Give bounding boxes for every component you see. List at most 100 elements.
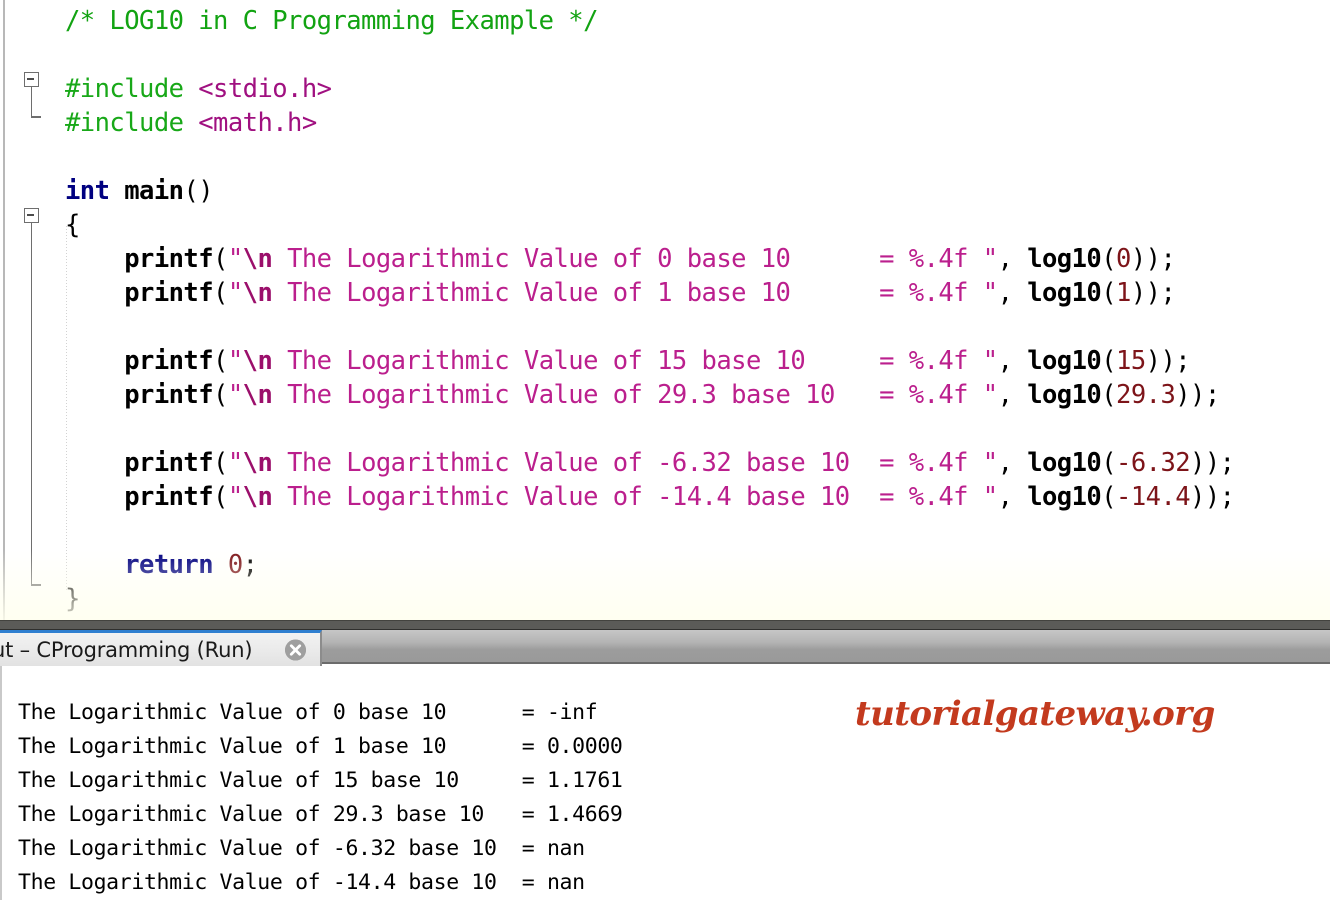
code-line[interactable]: /* LOG10 in C Programming Example */	[65, 4, 598, 38]
code-token: printf	[65, 448, 214, 478]
fold-foot-main-block	[30, 584, 41, 586]
console-line: The Logarithmic Value of -6.32 base 10 =…	[18, 836, 585, 861]
code-token: (	[1101, 448, 1117, 478]
code-token: \n	[242, 380, 273, 410]
code-token: ,	[997, 482, 1028, 512]
ide-window: /* LOG10 in C Programming Example */ #inc…	[0, 0, 1330, 900]
site-watermark: tutorialgateway.org	[855, 694, 1215, 734]
code-line[interactable]: int main()	[65, 174, 214, 208]
console-line: The Logarithmic Value of 29.3 base 10 = …	[18, 802, 623, 827]
code-token: log10	[1027, 244, 1102, 274]
code-token: }	[65, 584, 80, 614]
code-token: 15	[1116, 346, 1146, 376]
close-circle-icon[interactable]	[285, 639, 306, 660]
code-token: The Logarithmic Value of 29.3 base 10 = …	[272, 380, 983, 410]
code-token: {	[65, 210, 80, 240]
code-token: ;	[242, 550, 258, 580]
code-token: (	[1101, 482, 1117, 512]
fold-foot-includes	[30, 116, 41, 118]
code-token: <math.h>	[198, 108, 317, 138]
code-token: printf	[65, 244, 214, 274]
code-token: ));	[1145, 346, 1191, 376]
code-line[interactable]: {	[65, 208, 80, 242]
console-line: The Logarithmic Value of 1 base 10 = 0.0…	[18, 734, 623, 759]
code-token: "	[227, 482, 243, 512]
code-token: log10	[1027, 380, 1102, 410]
code-token: ,	[997, 346, 1028, 376]
code-token: ,	[997, 244, 1028, 274]
code-token: ,	[997, 448, 1028, 478]
code-token: "	[982, 244, 998, 274]
source-code-editor[interactable]: /* LOG10 in C Programming Example */ #inc…	[0, 0, 1330, 620]
code-token: The Logarithmic Value of 1 base 10 = %.4…	[272, 278, 983, 308]
code-token: #include	[65, 74, 199, 104]
console-output-text: The Logarithmic Value of 0 base 10 = -in…	[18, 696, 623, 900]
code-token: \n	[242, 346, 273, 376]
code-line[interactable]: #include <math.h>	[65, 106, 317, 140]
code-token: \n	[242, 278, 273, 308]
code-token: printf	[65, 278, 214, 308]
code-token: ));	[1190, 482, 1235, 512]
code-token: "	[227, 278, 243, 308]
code-token: #include	[65, 108, 199, 138]
code-token: "	[982, 482, 998, 512]
code-line[interactable]: printf("\n The Logarithmic Value of 0 ba…	[65, 242, 1176, 276]
tab-output-cprogramming-run[interactable]: ut – CProgramming (Run)	[0, 630, 322, 666]
code-token: ()	[183, 176, 214, 206]
code-token: 29.3	[1116, 380, 1176, 410]
code-token: ,	[997, 278, 1028, 308]
code-token: return	[65, 550, 228, 580]
code-token: (	[1101, 244, 1117, 274]
code-token: (	[213, 482, 228, 512]
code-token: log10	[1027, 482, 1102, 512]
code-token: ));	[1130, 278, 1176, 308]
code-token: The Logarithmic Value of 0 base 10 = %.4…	[272, 244, 983, 274]
code-line[interactable]: printf ( "\n The Logarithmic Value of 1 ba…	[65, 276, 1176, 310]
code-token: 0	[227, 550, 243, 580]
code-token: printf	[65, 482, 214, 512]
code-token: \n	[242, 448, 273, 478]
code-token: \n	[242, 482, 273, 512]
code-line[interactable]: printf("\n The Logarithmic Value of 15 b…	[65, 344, 1190, 378]
code-token: ));	[1130, 244, 1176, 274]
code-token: (	[1101, 380, 1117, 410]
code-token: ));	[1175, 380, 1220, 410]
code-token: (	[213, 244, 228, 274]
code-line[interactable]: printf("\n The Logarithmic Value of -6.3…	[65, 446, 1235, 480]
code-token: log10	[1027, 448, 1102, 478]
code-token: The Logarithmic Value of 15 base 10 = %.…	[272, 346, 983, 376]
code-line[interactable]: printf("\n The Logarithmic Value of -14.…	[65, 480, 1235, 514]
code-token: (	[213, 346, 228, 376]
code-token: log10	[1027, 346, 1102, 376]
code-line[interactable]: return 0;	[65, 548, 258, 582]
code-token: "	[227, 448, 243, 478]
code-token: "	[982, 448, 998, 478]
code-token: "	[227, 346, 243, 376]
code-token: \n	[242, 244, 273, 274]
code-token: log10	[1027, 278, 1102, 308]
console-line: The Logarithmic Value of 0 base 10 = -in…	[18, 700, 598, 725]
code-token: (	[1101, 346, 1117, 376]
console-line: The Logarithmic Value of -14.4 base 10 =…	[18, 870, 585, 895]
code-line[interactable]: #include <stdio.h>	[65, 72, 332, 106]
code-line[interactable]: }	[65, 582, 80, 616]
code-token: printf	[65, 380, 214, 410]
code-token: (	[1101, 278, 1117, 308]
code-token: "	[982, 346, 998, 376]
code-token: 1	[1116, 278, 1131, 308]
code-token: "	[227, 380, 243, 410]
fold-toggle-includes[interactable]	[24, 72, 39, 87]
code-token: -14.4	[1116, 482, 1191, 512]
code-token: (	[213, 380, 228, 410]
editor-output-splitter[interactable]	[0, 620, 1330, 630]
code-token: 0	[1116, 244, 1131, 274]
code-token: main	[124, 176, 184, 206]
code-token: int	[65, 176, 125, 206]
code-token: -6.32	[1116, 448, 1191, 478]
code-line[interactable]: printf("\n The Logarithmic Value of 29.3…	[65, 378, 1220, 412]
fold-toggle-main-block[interactable]	[24, 208, 39, 223]
fold-stem-main-block	[30, 223, 33, 586]
code-folding-gutter[interactable]	[0, 0, 56, 620]
code-token: "	[227, 244, 243, 274]
code-token: "	[982, 380, 998, 410]
